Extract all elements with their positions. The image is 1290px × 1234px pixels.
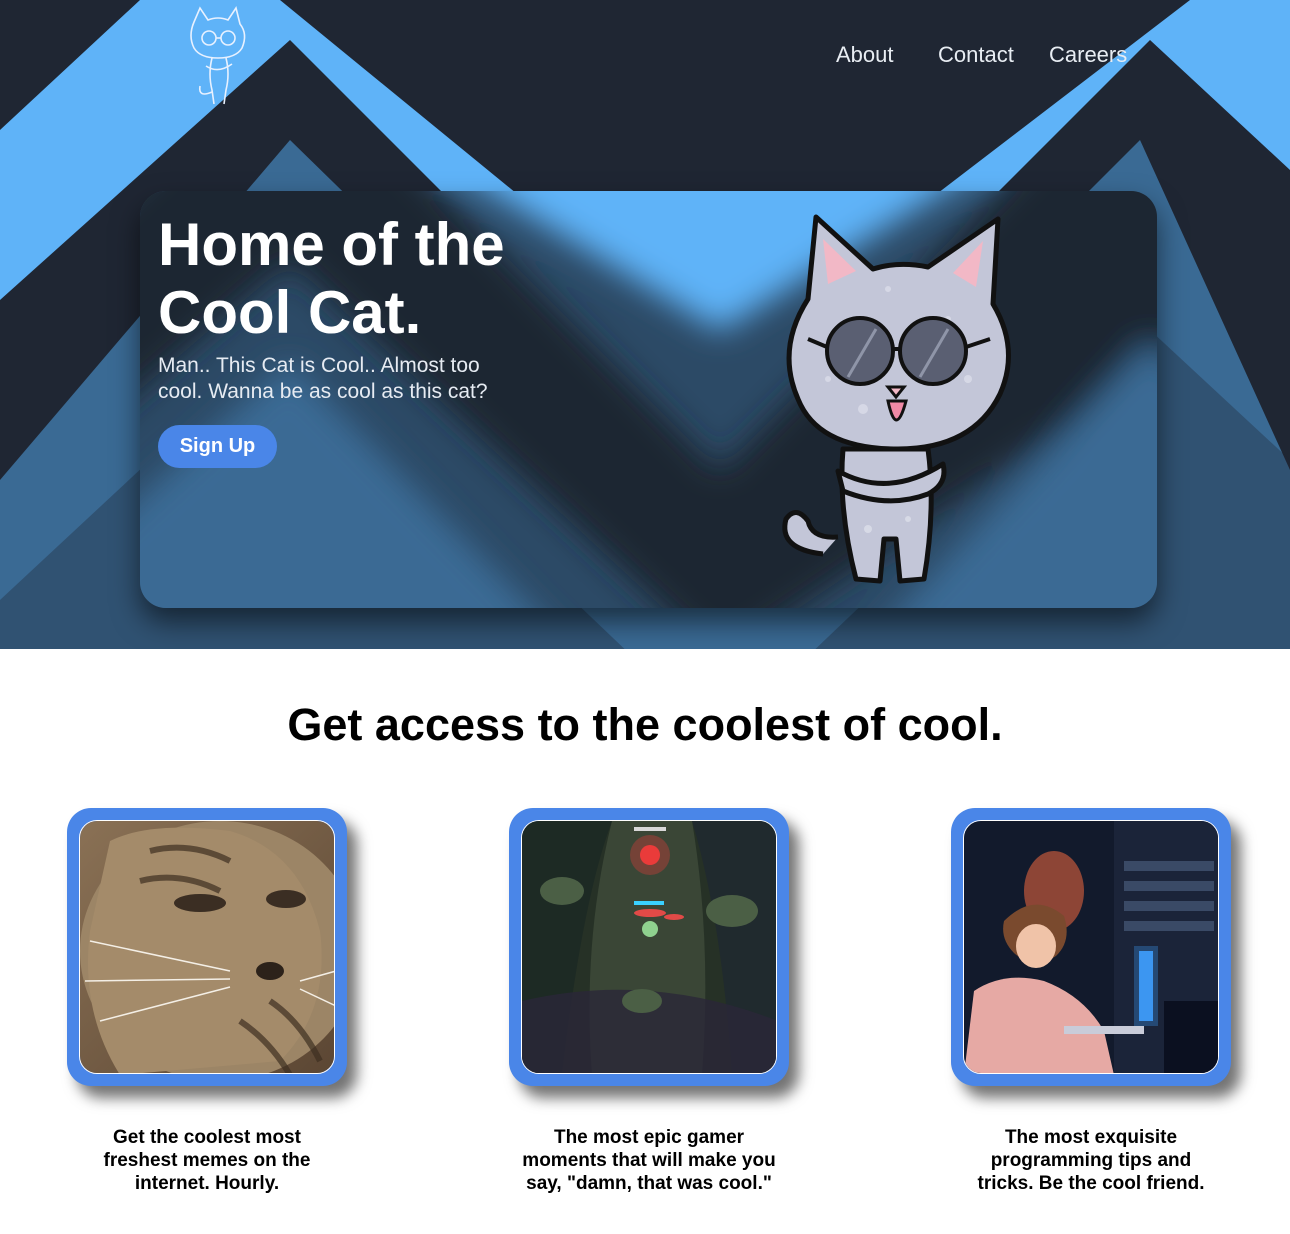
cool-cat-sunglasses-icon bbox=[782, 214, 1011, 584]
nav-link-about[interactable]: About bbox=[836, 42, 894, 68]
nav-link-careers[interactable]: Careers bbox=[1049, 42, 1127, 68]
feature-card-gaming: The most epic gamer moments that will ma… bbox=[509, 808, 789, 1194]
main-nav: About Contact Careers bbox=[0, 42, 1290, 72]
hero-title: Home of the Cool Cat. bbox=[158, 211, 505, 346]
image-frame bbox=[509, 808, 789, 1086]
feature-caption: Get the coolest most freshest memes on t… bbox=[103, 1127, 311, 1194]
nav-link-contact[interactable]: Contact bbox=[938, 42, 1014, 68]
sign-up-button[interactable]: Sign Up bbox=[158, 425, 277, 468]
features-heading: Get access to the coolest of cool. bbox=[287, 699, 1003, 750]
feature-card-programming: The most exquisite programming tips and … bbox=[951, 808, 1231, 1194]
image-frame bbox=[951, 808, 1231, 1086]
gamer-moment-image bbox=[521, 820, 777, 1074]
programmer-anime-image bbox=[963, 820, 1219, 1074]
hero-section: About Contact Careers Home of the Cool C… bbox=[0, 0, 1290, 649]
feature-caption: The most epic gamer moments that will ma… bbox=[522, 1127, 776, 1194]
feature-card-memes: Get the coolest most freshest memes on t… bbox=[67, 808, 347, 1194]
feature-caption: The most exquisite programming tips and … bbox=[977, 1127, 1205, 1194]
hero-subtitle: Man.. This Cat is Cool.. Almost too cool… bbox=[158, 354, 488, 403]
hero-card: Home of the Cool Cat. Man.. This Cat is … bbox=[140, 191, 1157, 608]
cat-meme-image bbox=[79, 820, 335, 1074]
image-frame bbox=[67, 808, 347, 1086]
